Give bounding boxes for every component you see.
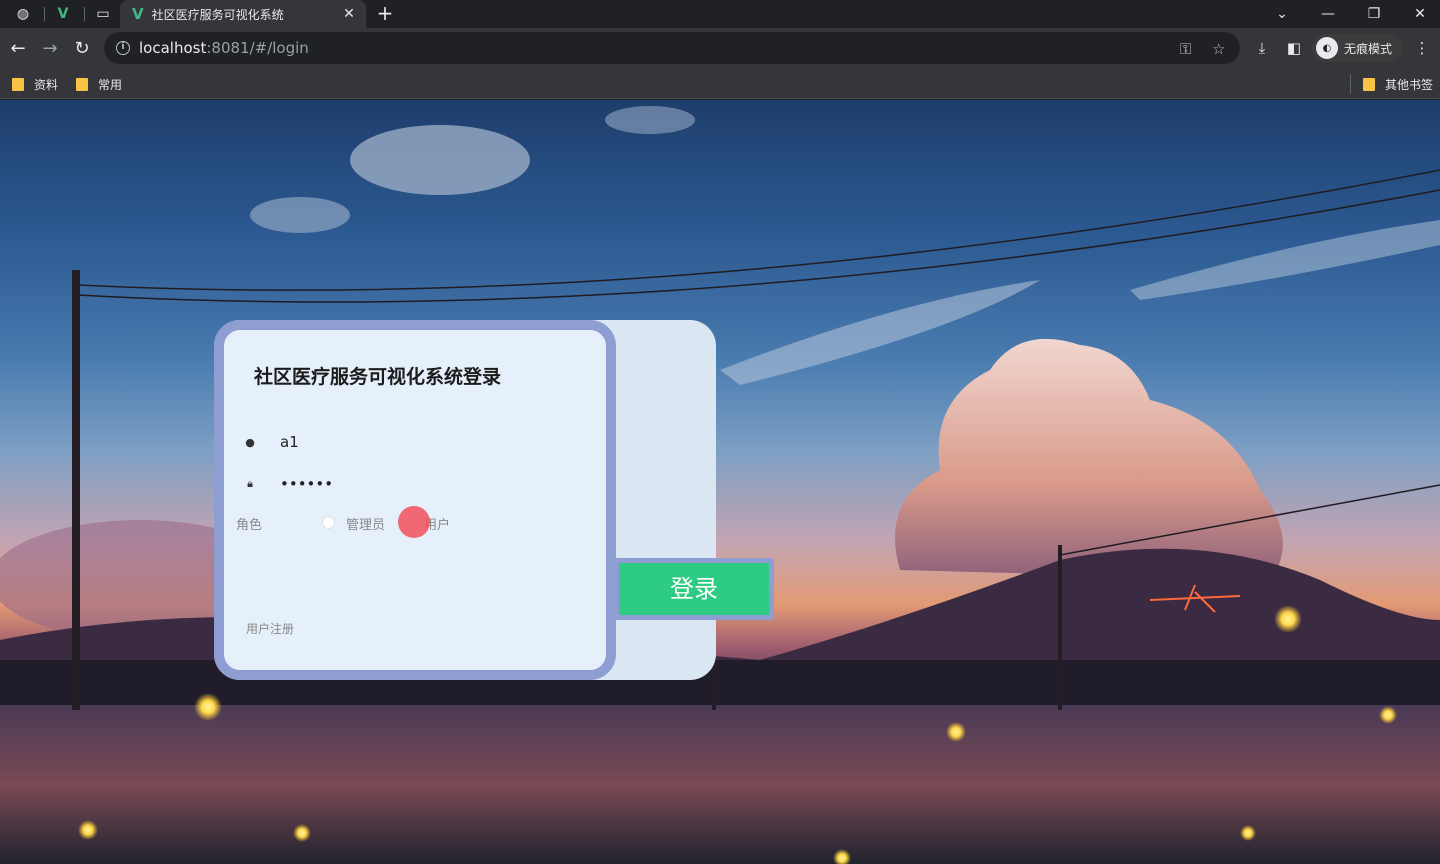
address-bar[interactable]: i localhost:8081/#/login ⚿ ☆ — [104, 32, 1240, 64]
browser-toolbar: ← → ↻ i localhost:8081/#/login ⚿ ☆ ⤓ ◧ ◐… — [0, 28, 1440, 68]
incognito-icon: ◐ — [1316, 37, 1338, 59]
new-tab-button[interactable]: + — [372, 2, 398, 26]
bookmark-label: 资料 — [34, 77, 59, 92]
url-host: localhost — [139, 39, 207, 57]
bookmark-label: 常用 — [98, 77, 123, 92]
username-row: ● — [242, 426, 602, 458]
login-title: 社区医疗服务可视化系统登录 — [254, 366, 502, 388]
tab-separator — [84, 7, 85, 21]
username-input[interactable] — [280, 433, 560, 451]
password-input[interactable] — [280, 475, 560, 493]
incognito-badge[interactable]: ◐ 无痕模式 — [1312, 34, 1403, 62]
tab-separator — [44, 7, 45, 21]
vue-tab-icon[interactable]: V — [46, 2, 80, 26]
radio-admin-label[interactable]: 管理员 — [346, 514, 385, 533]
side-panel-icon[interactable]: ◧ — [1280, 34, 1308, 62]
download-icon[interactable]: ⤓ — [1248, 34, 1276, 62]
tab-strip: ◍ V ▭ V 社区医疗服务可视化系统 ✕ + ⌄ — ❐ ✕ — [0, 0, 1440, 28]
bookmark-folder-0[interactable]: 资料 — [12, 74, 58, 94]
login-button[interactable]: 登录 — [614, 558, 774, 620]
close-window-button[interactable]: ✕ — [1397, 0, 1440, 28]
bookmark-separator — [1350, 74, 1351, 94]
password-row: 🔒︎ — [242, 468, 602, 500]
info-icon[interactable]: i — [116, 41, 130, 55]
back-icon[interactable]: ← — [4, 34, 32, 62]
forward-icon[interactable]: → — [36, 34, 64, 62]
vue-logo-icon: V — [132, 5, 144, 23]
radio-admin[interactable] — [322, 516, 335, 529]
folder-icon — [76, 77, 88, 91]
register-link[interactable]: 用户注册 — [246, 620, 294, 637]
bookmark-folder-1[interactable]: 常用 — [76, 74, 122, 94]
bookmarks-bar: 资料 常用 其他书签 — [0, 68, 1440, 99]
folder-icon — [12, 77, 24, 91]
globe-icon[interactable]: ◍ — [6, 2, 40, 26]
other-bookmarks-label: 其他书签 — [1385, 77, 1434, 92]
close-icon[interactable]: ✕ — [338, 6, 360, 22]
other-bookmarks[interactable]: 其他书签 — [1363, 74, 1433, 94]
window-tab-icon[interactable]: ▭ — [86, 2, 120, 26]
incognito-label: 无痕模式 — [1344, 41, 1393, 56]
click-indicator — [398, 506, 430, 538]
restore-button[interactable]: ❐ — [1351, 0, 1397, 28]
page-viewport: 社区医疗服务可视化系统登录 ● 🔒︎ 角色 管理员 用户 用户注册 登录 — [0, 100, 1440, 864]
lock-icon: 🔒︎ — [247, 477, 253, 490]
star-icon[interactable]: ☆ — [1212, 40, 1225, 58]
tab-search-icon[interactable]: ⌄ — [1259, 0, 1305, 28]
tab-title: 社区医疗服务可视化系统 — [151, 7, 284, 22]
active-tab[interactable]: V 社区医疗服务可视化系统 ✕ — [120, 0, 366, 28]
user-icon: ● — [245, 435, 255, 449]
menu-icon[interactable]: ⋮ — [1408, 34, 1436, 62]
reload-icon[interactable]: ↻ — [68, 34, 96, 62]
login-card: 社区医疗服务可视化系统登录 ● 🔒︎ 角色 管理员 用户 用户注册 — [214, 320, 616, 680]
role-label: 角色 — [236, 518, 263, 533]
folder-icon — [1363, 77, 1375, 91]
key-icon[interactable]: ⚿ — [1180, 40, 1191, 58]
url-path: :8081/#/login — [206, 39, 309, 57]
minimize-button[interactable]: — — [1305, 0, 1351, 28]
